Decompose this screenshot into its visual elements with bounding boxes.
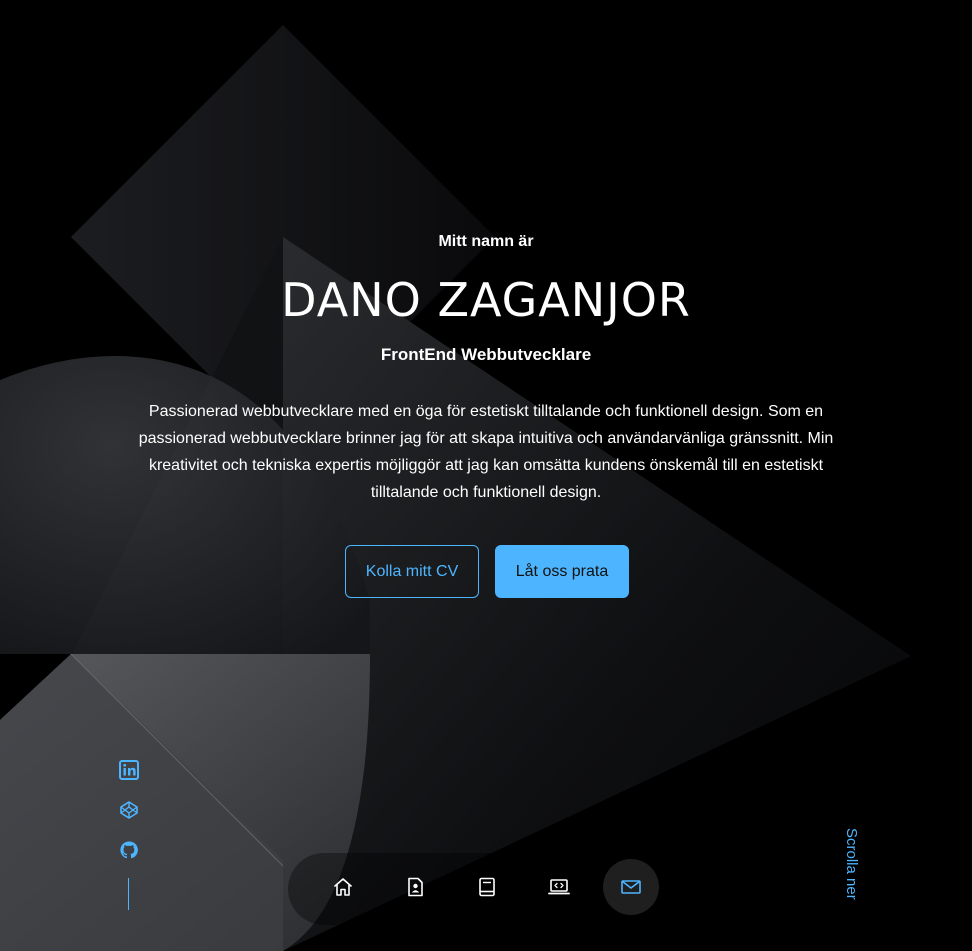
home-icon bbox=[334, 878, 352, 896]
github-link[interactable] bbox=[119, 840, 139, 860]
hero-name: DANO ZAGANJOR bbox=[281, 273, 691, 327]
laptop-code-icon bbox=[548, 879, 570, 895]
codepen-link[interactable] bbox=[119, 800, 139, 820]
codepen-icon bbox=[120, 801, 138, 819]
nav-item-portfolio[interactable] bbox=[531, 859, 587, 915]
nav-item-home[interactable] bbox=[315, 859, 371, 915]
profile-icon bbox=[408, 877, 423, 897]
book-icon bbox=[479, 877, 495, 897]
linkedin-icon bbox=[119, 760, 139, 780]
nav-item-contact[interactable] bbox=[603, 859, 659, 915]
social-links bbox=[119, 760, 139, 880]
linkedin-link[interactable] bbox=[119, 760, 139, 780]
scroll-down-link[interactable]: Scrolla ner bbox=[843, 828, 860, 900]
bottom-nav bbox=[288, 853, 684, 925]
nav-item-about[interactable] bbox=[387, 859, 443, 915]
role-title: FrontEnd Webbutvecklare bbox=[380, 345, 592, 364]
mail-icon bbox=[621, 880, 641, 894]
social-divider bbox=[128, 878, 129, 910]
view-cv-button[interactable]: Kolla mitt CV bbox=[345, 545, 479, 598]
hero-description: Passionerad webbutvecklare med en öga fö… bbox=[138, 403, 834, 501]
github-icon bbox=[120, 841, 138, 859]
nav-item-experience[interactable] bbox=[459, 859, 515, 915]
contact-button[interactable]: Låt oss prata bbox=[495, 545, 629, 598]
intro-text: Mitt namn är bbox=[438, 233, 534, 250]
